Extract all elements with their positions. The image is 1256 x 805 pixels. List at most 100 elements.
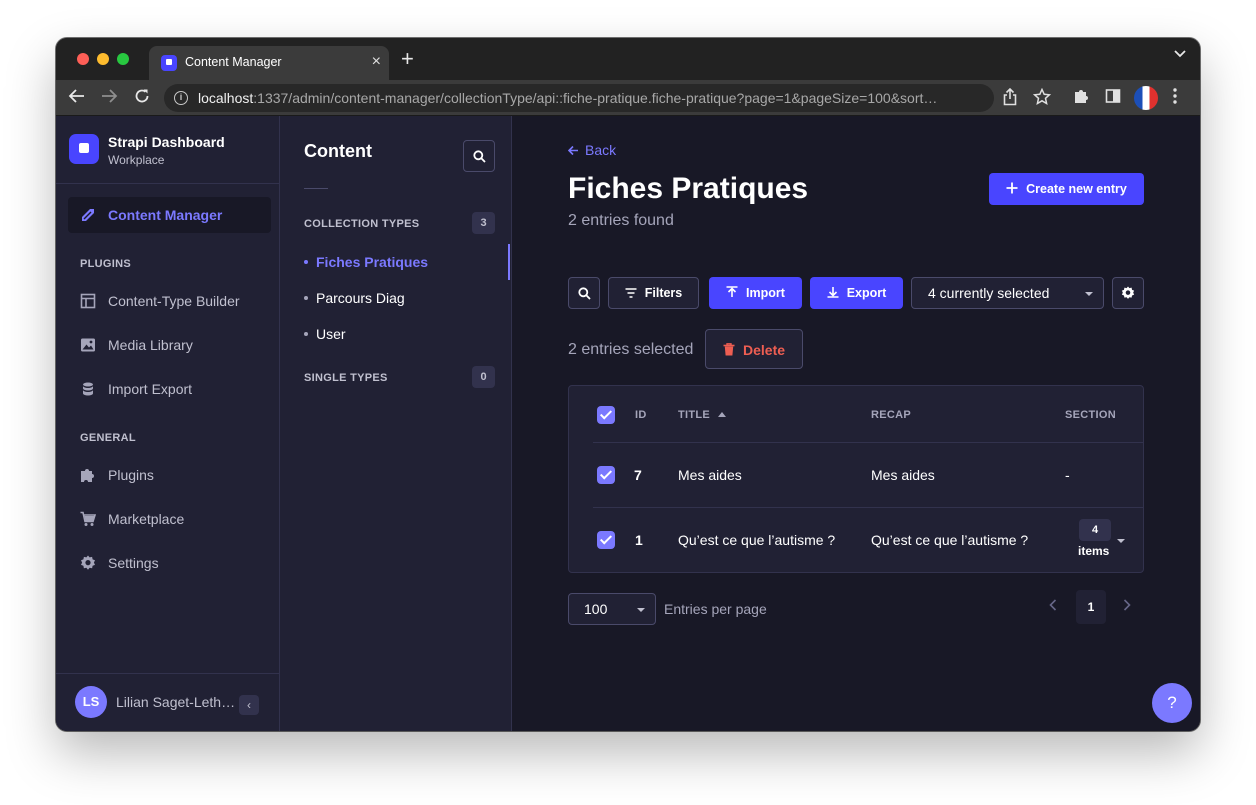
upload-icon [726,286,738,297]
cell-recap[interactable]: Mes aides [871,467,935,483]
profile-avatar[interactable] [1134,86,1158,110]
select-all-checkbox[interactable] [597,406,615,424]
arrow-left-icon [568,145,578,156]
search-button[interactable] [568,277,600,309]
brand-header: Strapi Dashboard Workplace [56,116,279,184]
column-header-id[interactable]: ID [635,409,647,421]
cell-title[interactable]: Qu’est ce que l’autisme ? [678,532,835,548]
minimize-window-button[interactable] [97,53,109,65]
sidebar-item-import-export[interactable]: Import Export [68,371,271,407]
previous-page-icon[interactable] [1049,599,1057,611]
browser-menu-icon[interactable] [1173,88,1177,104]
sidebar-item-label: Plugins [108,467,154,483]
sort-ascending-icon [718,412,727,417]
collection-types-count: 3 [472,212,495,234]
sidebar-item-content-type-builder[interactable]: Content-Type Builder [68,283,271,319]
share-icon[interactable] [1002,88,1018,106]
column-header-title[interactable]: TITLE [678,409,727,421]
bookmark-star-icon[interactable] [1033,88,1051,106]
browser-toolbar: i localhost:1337/admin/content-manager/c… [56,80,1200,116]
section-count-badge[interactable]: 4 [1079,519,1111,541]
sidebar-item-label: Settings [108,555,159,571]
cell-recap[interactable]: Qu’est ce que l’autisme ? [871,532,1028,548]
import-button[interactable]: Import [709,277,802,309]
feather-pen-icon [80,207,96,223]
sidebar-item-content-manager[interactable]: Content Manager [68,197,271,233]
help-button[interactable]: ? [1152,683,1192,723]
gear-icon [1121,286,1135,299]
maximize-window-button[interactable] [117,53,129,65]
chevron-down-icon [1085,292,1093,296]
page-number[interactable]: 1 [1076,590,1106,624]
forward-arrow-icon[interactable] [100,87,118,105]
sidebar-toggle-icon[interactable] [1105,88,1121,104]
cell-title[interactable]: Mes aides [678,467,742,483]
site-info-icon[interactable]: i [174,91,188,105]
list-settings-button[interactable] [1112,277,1144,309]
url-text[interactable]: localhost:1337/admin/content-manager/col… [198,90,988,106]
browser-tab[interactable]: Content Manager × [149,46,389,80]
sidebar-item-media-library[interactable]: Media Library [68,327,271,363]
sidebar-item-label: Marketplace [108,511,185,527]
chevron-down-icon[interactable] [1117,539,1125,543]
section-items-label[interactable]: items [1078,544,1109,558]
column-header-recap[interactable]: RECAP [871,409,911,421]
active-indicator [508,244,510,280]
columns-select-value: 4 currently selected [928,285,1050,301]
sidebar-item-marketplace[interactable]: Marketplace [68,501,271,537]
strapi-logo-icon [69,134,99,164]
new-tab-icon[interactable]: + [401,48,414,70]
layout-icon [80,293,96,309]
user-name[interactable]: Lilian Saget-Leth… [116,694,235,710]
columns-select[interactable]: 4 currently selected [911,277,1104,309]
sidebar-item-plugins[interactable]: Plugins [68,457,271,493]
delete-button[interactable]: Delete [705,329,803,369]
subnav-title: Content [304,141,372,161]
collapse-sidebar-button[interactable]: ‹ [239,695,259,715]
general-heading: GENERAL [80,432,136,444]
back-link[interactable]: Back [568,142,616,158]
puzzle-icon [80,467,96,483]
main-sidebar: Strapi Dashboard Workplace Content Manag… [56,116,280,731]
single-types-heading: SINGLE TYPES [304,372,388,384]
export-button[interactable]: Export [810,277,903,309]
browser-window: Content Manager × + i localhost:1337/adm… [56,38,1200,731]
cart-icon [80,511,96,527]
strapi-app: Strapi Dashboard Workplace Content Manag… [56,116,1200,731]
filters-button[interactable]: Filters [608,277,699,309]
download-icon [827,287,839,298]
subnav-divider [304,188,328,189]
cell-id[interactable]: 1 [635,532,643,548]
single-types-count: 0 [472,366,495,388]
close-tab-icon[interactable]: × [372,52,381,72]
sidebar-item-label: Content Manager [108,207,223,223]
create-new-entry-button[interactable]: Create new entry [989,173,1144,205]
create-new-entry-label: Create new entry [1026,182,1127,196]
tab-list-chevron-icon[interactable] [1174,50,1186,58]
row-checkbox[interactable] [597,466,615,484]
reload-icon[interactable] [133,87,151,105]
brand-title: Strapi Dashboard [108,134,225,150]
cell-section[interactable]: - [1065,467,1070,483]
subnav-item-fiches-pratiques[interactable]: Fiches Pratiques [303,254,428,270]
address-bar[interactable]: i localhost:1337/admin/content-manager/c… [164,84,994,112]
row-checkbox[interactable] [597,531,615,549]
user-avatar[interactable]: LS [75,686,107,718]
close-window-button[interactable] [77,53,89,65]
column-header-section[interactable]: SECTION [1065,409,1116,421]
subnav-item-user[interactable]: User [304,326,346,342]
sidebar-item-settings[interactable]: Settings [68,545,271,581]
subnav-item-parcours-diag[interactable]: Parcours Diag [304,290,405,306]
entries-found: 2 entries found [568,212,674,229]
search-icon [473,150,486,163]
chevron-down-icon [637,608,645,612]
subnav-search-button[interactable] [463,140,495,172]
page-size-label: Entries per page [664,601,767,617]
next-page-icon[interactable] [1123,599,1131,611]
extensions-puzzle-icon[interactable] [1073,88,1089,104]
tab-strip: Content Manager × + [56,38,1200,80]
back-arrow-icon[interactable] [68,87,86,105]
page-size-select[interactable]: 100 [568,593,656,625]
cell-id[interactable]: 7 [634,467,642,483]
trash-icon [723,343,735,356]
